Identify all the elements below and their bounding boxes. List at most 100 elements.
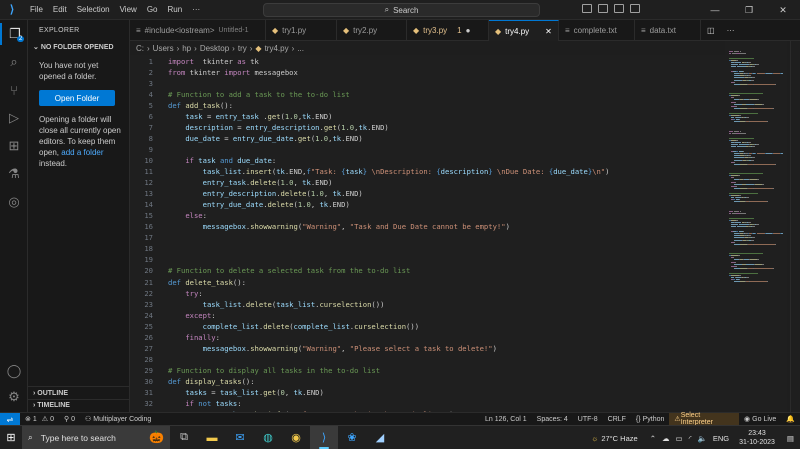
tab-try1[interactable]: ◆ try1.py [266, 20, 337, 41]
code-line[interactable]: 22 try: [130, 288, 725, 299]
code-line[interactable]: 32 if not tasks: [130, 398, 725, 409]
explorer-icon[interactable]: ❐ 2 [0, 23, 28, 45]
file-explorer-icon[interactable]: ▬ [198, 426, 226, 449]
code-line[interactable]: 24 except: [130, 310, 725, 321]
outline-section-header[interactable]: › OUTLINE [33, 390, 68, 397]
remote-explorer-icon[interactable]: ◎ [0, 191, 28, 213]
code-line[interactable]: 12 entry_task.delete(1.0, tk.END) [130, 177, 725, 188]
menu-go[interactable]: Go [142, 5, 163, 14]
code-line[interactable]: 26 finally: [130, 332, 725, 343]
paint-icon[interactable]: ◢ [366, 426, 394, 449]
end-of-line[interactable]: CRLF [603, 416, 631, 423]
remote-indicator-icon[interactable]: ⇌ [0, 412, 20, 426]
code-line[interactable]: 19 [130, 254, 725, 265]
code-line[interactable]: 13 entry_description.delete(1.0, tk.END) [130, 188, 725, 199]
menu-run[interactable]: Run [162, 5, 187, 14]
minimize-icon[interactable]: — [698, 0, 732, 20]
tab-data-txt[interactable]: ≡ data.txt [635, 20, 701, 41]
search-icon[interactable]: ⌕ [0, 51, 28, 73]
mail-icon[interactable]: ✉ [226, 426, 254, 449]
code-line[interactable]: 7 description = entry_description.get(1.… [130, 122, 725, 133]
chrome-browser-icon[interactable]: ◉ [282, 426, 310, 449]
code-line[interactable]: 31 tasks = task_list.get(0, tk.END) [130, 387, 725, 398]
breadcrumb-item[interactable]: try [238, 44, 247, 53]
toggle-secondary-sidebar-icon[interactable] [614, 4, 624, 13]
code-line[interactable]: 9 [130, 144, 725, 155]
source-control-icon[interactable]: ⑂ [0, 79, 28, 101]
no-folder-section-header[interactable]: ⌄ NO FOLDER OPENED [33, 43, 114, 51]
vscode-taskbar-icon[interactable]: ⟩ [310, 425, 338, 449]
wifi-icon[interactable]: ◜ [689, 434, 692, 443]
timeline-section-header[interactable]: › TIMELINE [33, 402, 70, 409]
code-line[interactable]: 18 [130, 243, 725, 254]
account-icon[interactable]: ◯ [0, 360, 28, 382]
split-editor-icon[interactable]: ◫ [701, 20, 721, 41]
tab-try3[interactable]: ◆ try3.py 1 ● [407, 20, 489, 41]
code-line[interactable]: 28 [130, 354, 725, 365]
breadcrumb-item[interactable]: Desktop [200, 44, 229, 53]
menu-file[interactable]: File [25, 5, 48, 14]
testing-icon[interactable]: ⚗ [0, 163, 28, 185]
code-line[interactable]: 30 def display_tasks(): [130, 376, 725, 387]
open-folder-button[interactable]: Open Folder [39, 90, 115, 106]
code-line[interactable]: 16 messagebox.showwarning("Warning", "Ta… [130, 221, 725, 232]
breadcrumb-item[interactable]: C: [136, 44, 144, 53]
code-line[interactable]: 8 due_date = entry_due_date.get(1.0,tk.E… [130, 133, 725, 144]
code-editor[interactable]: 1 import tkinter as tk 2 from tkinter impor… [130, 55, 725, 412]
customize-layout-icon[interactable] [630, 4, 640, 13]
code-line[interactable]: 14 entry_due_date.delete(1.0, tk.END) [130, 199, 725, 210]
task-view-icon[interactable]: ⧉ [170, 426, 198, 449]
code-line[interactable]: 4 # Function to add a task to the to-do l… [130, 89, 725, 100]
code-line[interactable]: 23 task_list.delete(task_list.curselecti… [130, 299, 725, 310]
code-line[interactable]: 15 else: [130, 210, 725, 221]
code-line[interactable]: 21 def delete_task(): [130, 277, 725, 288]
tab-complete-txt[interactable]: ≡ complete.txt [559, 20, 635, 41]
restore-icon[interactable]: ❐ [732, 0, 766, 20]
cursor-position[interactable]: Ln 126, Col 1 [480, 416, 532, 423]
go-live[interactable]: ◉ Go Live [739, 415, 781, 424]
command-center-search[interactable]: ⌕ Search [263, 3, 540, 17]
notifications-bell-icon[interactable]: 🔔 [781, 415, 800, 423]
code-line[interactable]: 17 [130, 232, 725, 243]
breadcrumb-item[interactable]: try4.py [265, 44, 289, 53]
volume-icon[interactable]: 🔈 [697, 434, 706, 443]
settings-gear-icon[interactable]: ⚙ [0, 386, 28, 408]
cloud-icon[interactable]: ☁ [662, 434, 670, 443]
code-line[interactable]: 11 task_list.insert(tk.END,f"Task: {task… [130, 166, 725, 177]
code-line[interactable]: 27 messagebox.showwarning("Warning", "Pl… [130, 343, 725, 354]
breadcrumb-item[interactable]: ... [297, 44, 304, 53]
menu-edit[interactable]: Edit [48, 5, 72, 14]
toggle-sidebar-icon[interactable] [582, 4, 592, 13]
tray-chevron-up-icon[interactable]: ⌃ [650, 434, 656, 443]
ports-indicator[interactable]: ⚲ 0 [59, 415, 80, 424]
notification-center-icon[interactable]: ▤ [781, 434, 800, 443]
multiplayer-status[interactable]: ⚇ Multiplayer Coding [80, 415, 156, 424]
menu-more[interactable]: ··· [187, 5, 205, 14]
unsaved-dot-icon[interactable]: ● [466, 26, 471, 35]
taskbar-search[interactable]: ⌕ Type here to search 🎃 [22, 425, 170, 449]
editor-scrollbar[interactable] [790, 41, 800, 412]
language-mode[interactable]: {} Python [631, 416, 669, 423]
code-line[interactable]: 25 complete_list.delete(complete_list.cu… [130, 321, 725, 332]
weather-text[interactable]: 27°C Haze [601, 434, 637, 443]
extensions-icon[interactable]: ⊞ [0, 135, 28, 157]
tab-close-icon[interactable]: ✕ [545, 27, 552, 36]
encoding[interactable]: UTF-8 [573, 416, 603, 423]
breadcrumb-item[interactable]: Users [153, 44, 174, 53]
minimap[interactable] [725, 41, 787, 412]
clock[interactable]: 23:43 31-10-2023 [733, 429, 781, 447]
problems-indicator[interactable]: ⊗ 1 ⚠ 0 [20, 415, 59, 424]
code-line[interactable]: 2 from tkinter import messagebox [130, 67, 725, 78]
menu-selection[interactable]: Selection [72, 5, 115, 14]
weather-icon[interactable]: ☼ [591, 434, 598, 443]
code-line[interactable]: 6 task = entry_task .get(1.0,tk.END) [130, 111, 725, 122]
tab-try4[interactable]: ◆ try4.py ✕ [489, 20, 559, 41]
run-debug-icon[interactable]: ▷ [0, 107, 28, 129]
tab-untitled-1[interactable]: ≡ #include<iostream> Untitled-1 [130, 20, 266, 41]
menu-view[interactable]: View [115, 5, 142, 14]
halloween-pumpkin-icon[interactable]: 🎃 [149, 430, 164, 444]
close-icon[interactable]: ✕ [766, 0, 800, 20]
edge-browser-icon[interactable]: ◍ [254, 426, 282, 449]
more-actions-icon[interactable]: ··· [721, 20, 741, 41]
breadcrumb-item[interactable]: hp [182, 44, 191, 53]
